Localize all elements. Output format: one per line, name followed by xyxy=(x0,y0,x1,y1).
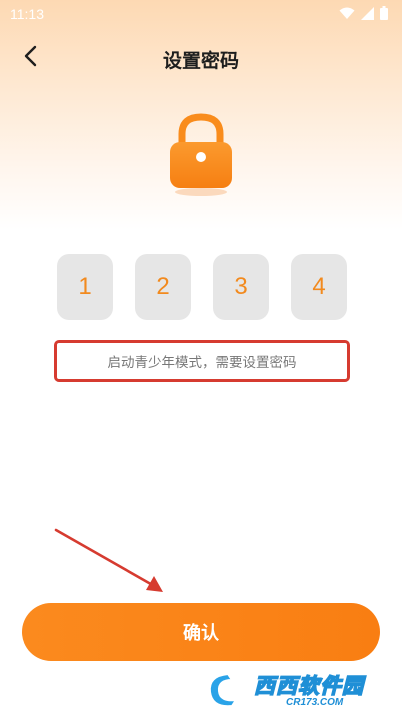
battery-icon xyxy=(380,5,388,24)
pin-digit-2[interactable]: 2 xyxy=(135,254,191,320)
watermark-url: CR173.COM xyxy=(286,697,344,708)
status-time: 11:13 xyxy=(10,6,44,22)
confirm-button[interactable]: 确认 xyxy=(22,603,380,661)
signal-icon xyxy=(361,5,374,24)
page-title: 设置密码 xyxy=(162,50,239,72)
pin-digit-4[interactable]: 4 xyxy=(291,254,347,320)
watermark: 西西软件园 CR173.COM xyxy=(206,666,396,712)
status-icons xyxy=(339,5,388,24)
pin-digit-1[interactable]: 1 xyxy=(57,254,113,320)
status-bar: 11:13 xyxy=(0,0,402,28)
lock-icon xyxy=(164,112,238,196)
nav-bar: 设置密码 xyxy=(0,38,402,78)
hint-highlight-box: 启动青少年模式，需要设置密码 xyxy=(54,340,350,382)
hint-text: 启动青少年模式，需要设置密码 xyxy=(107,355,297,371)
pin-input[interactable]: 1 2 3 4 xyxy=(57,254,347,320)
wifi-icon xyxy=(339,5,355,24)
watermark-text: 西西软件园 xyxy=(253,673,364,698)
pin-digit-3[interactable]: 3 xyxy=(213,254,269,320)
